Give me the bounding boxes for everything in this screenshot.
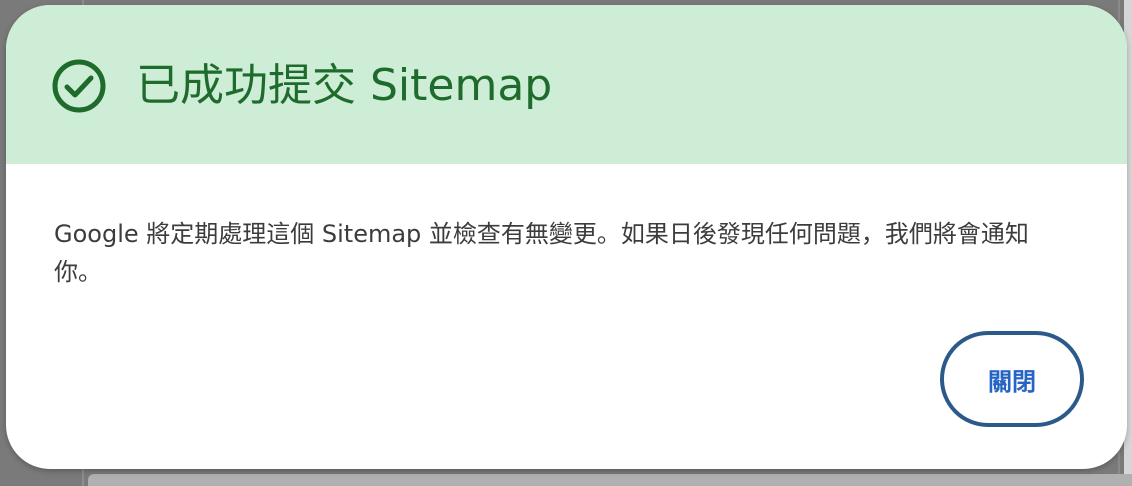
close-button[interactable]: 關閉 (940, 331, 1084, 427)
dialog-message: Google 將定期處理這個 Sitemap 並檢查有無變更。如果日後發現任何問… (54, 220, 1029, 286)
check-circle-icon (52, 59, 106, 113)
background-scrollbar (88, 474, 1132, 486)
dialog-title: 已成功提交 Sitemap (136, 60, 553, 111)
sitemap-success-dialog: 已成功提交 Sitemap Google 將定期處理這個 Sitemap 並檢查… (6, 5, 1127, 469)
dialog-header: 已成功提交 Sitemap (6, 5, 1127, 164)
